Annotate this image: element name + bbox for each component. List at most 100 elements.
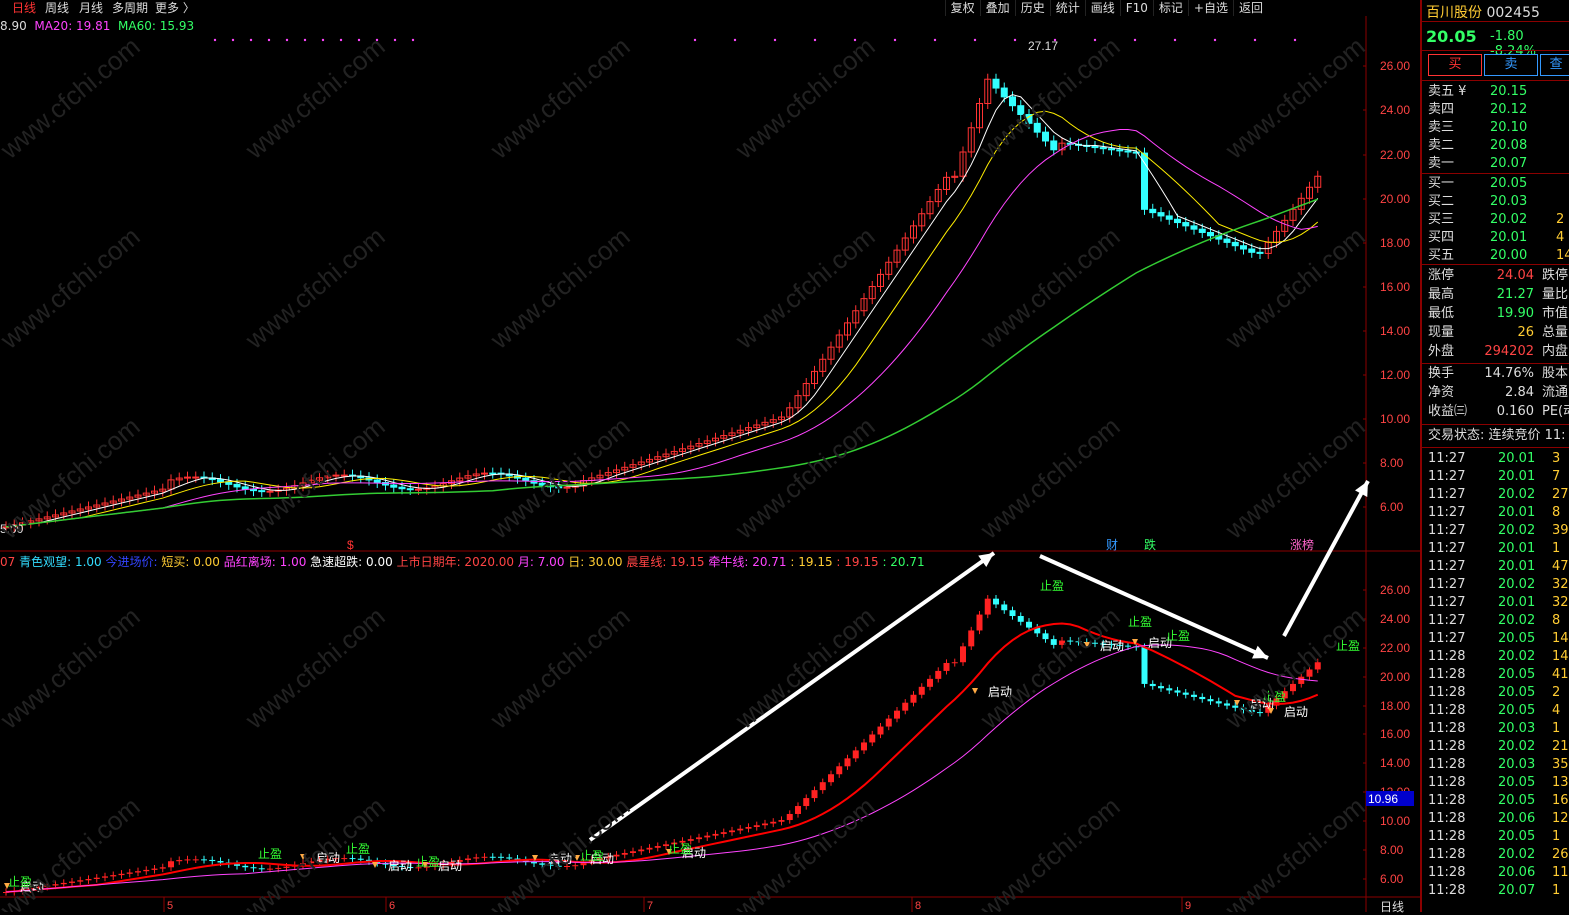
y-axis-label-lower: 16.00 bbox=[1380, 727, 1410, 741]
y-axis-label-lower: 6.00 bbox=[1380, 872, 1404, 886]
candle-body bbox=[1174, 218, 1181, 224]
signal-dot bbox=[393, 38, 397, 42]
row-value: 20.08 bbox=[1490, 138, 1528, 153]
signal-dot bbox=[411, 38, 415, 42]
signal-dot bbox=[1213, 38, 1217, 42]
signal-dot bbox=[321, 38, 325, 42]
row-value: 20.07 bbox=[1490, 156, 1528, 171]
tick-volume: 14 bbox=[1552, 649, 1569, 664]
tick-volume: 4 bbox=[1552, 703, 1561, 718]
zhiying-label: 止盈 bbox=[416, 855, 440, 869]
candle-body bbox=[266, 490, 274, 493]
tick-row: 11:28 20.06 11 bbox=[1428, 864, 1569, 882]
toolbar-mark[interactable]: 标记 bbox=[1152, 0, 1188, 16]
watermark: www.cfchi.com bbox=[974, 601, 1126, 735]
tick-row: 11:27 20.02 39 bbox=[1428, 522, 1569, 540]
tick-row: 11:28 20.05 16 bbox=[1428, 792, 1569, 810]
kline-chart[interactable]: 26.00 24.00 22.00 20.00 18.00 16.00 14.00 12.00… bbox=[0, 16, 1420, 912]
watermark: www.cfchi.com bbox=[0, 791, 146, 912]
tick-price: 20.01 bbox=[1498, 559, 1536, 574]
signal-dot bbox=[1013, 38, 1017, 42]
indicator-legend-item: 今进场价: bbox=[105, 555, 162, 569]
row-label: 买二 bbox=[1428, 194, 1455, 209]
y-axis-label: 6.00 bbox=[1380, 500, 1404, 514]
candle-body bbox=[1248, 248, 1256, 253]
toolbar-history[interactable]: 历史 bbox=[1014, 0, 1050, 16]
price-change-abs: -1.80 bbox=[1490, 29, 1524, 44]
tick-price: 20.02 bbox=[1498, 613, 1536, 628]
stat-label-right: 内盘 bbox=[1542, 344, 1569, 359]
candle-body bbox=[481, 472, 488, 475]
toolbar-restore-rights[interactable]: 复权 bbox=[944, 0, 980, 16]
x-axis-label: 9 bbox=[1185, 900, 1191, 912]
x-axis-label: 6 bbox=[389, 900, 395, 912]
toolbar-overlay[interactable]: 叠加 bbox=[979, 0, 1015, 16]
qidong-label: 启动 bbox=[388, 859, 412, 873]
tick-row: 11:27 20.01 32 bbox=[1428, 594, 1569, 612]
signal-dot bbox=[285, 38, 289, 42]
zhiying-label: 止盈 bbox=[1166, 629, 1190, 643]
stat-label: 现量 bbox=[1428, 325, 1455, 340]
stat-value: 2.84 bbox=[1505, 385, 1534, 400]
ma10-line bbox=[5, 110, 1319, 528]
y-axis-label: 20.00 bbox=[1380, 192, 1410, 206]
watermark: www.cfchi.com bbox=[729, 221, 881, 355]
price-tag-label: 10.96 bbox=[1368, 792, 1398, 806]
tick-price: 20.01 bbox=[1498, 451, 1536, 466]
tick-price: 20.03 bbox=[1498, 721, 1536, 736]
tick-time: 11:28 bbox=[1428, 757, 1466, 772]
stock-code: 002455 bbox=[1486, 5, 1540, 21]
y-axis-label-lower: 8.00 bbox=[1380, 843, 1404, 857]
buy-button[interactable]: 买 bbox=[1428, 54, 1482, 76]
row-volume: 14 bbox=[1556, 248, 1569, 263]
candle-body bbox=[1190, 225, 1198, 230]
row-value: 20.10 bbox=[1490, 120, 1528, 135]
toolbar-add-watchlist[interactable]: +自选 bbox=[1187, 0, 1233, 16]
tick-volume: 47 bbox=[1552, 559, 1569, 574]
stat-label-right: 跌停 bbox=[1542, 268, 1569, 283]
indicator-legend-item: : 19.15 bbox=[836, 555, 883, 569]
divider bbox=[1422, 80, 1569, 81]
toolbar-back[interactable]: 返回 bbox=[1232, 0, 1268, 16]
candle-body bbox=[1182, 222, 1190, 227]
sell-button[interactable]: 卖 bbox=[1484, 54, 1538, 76]
tick-row: 11:28 20.05 2 bbox=[1428, 684, 1569, 702]
stat-label-right: 市值 bbox=[1542, 306, 1569, 321]
row-label: 卖五 ¥ bbox=[1428, 84, 1467, 99]
divider bbox=[1422, 447, 1569, 448]
tab-weekly[interactable]: 周线 bbox=[45, 0, 69, 16]
candle-body bbox=[1157, 212, 1165, 217]
tick-time: 11:27 bbox=[1428, 469, 1466, 484]
signal-dot bbox=[893, 38, 897, 42]
toolbar-draw[interactable]: 画线 bbox=[1084, 0, 1120, 16]
tick-price: 20.02 bbox=[1498, 523, 1536, 538]
tick-price: 20.05 bbox=[1498, 829, 1536, 844]
y-axis-label-lower: 18.00 bbox=[1380, 699, 1410, 713]
tab-monthly[interactable]: 月线 bbox=[79, 0, 103, 16]
indicator-legend-item: 急速超跌: 0.00 bbox=[310, 555, 397, 569]
stat-row: 外盘 294202 内盘 bbox=[1428, 343, 1569, 361]
tab-more[interactable]: 更多 〉 bbox=[155, 0, 195, 16]
candle-body bbox=[1042, 131, 1049, 142]
candle-body bbox=[406, 488, 414, 491]
stat-row: 涨停 24.04 跌停 bbox=[1428, 267, 1569, 285]
candle-body bbox=[258, 490, 266, 493]
candle-body bbox=[1091, 145, 1099, 149]
ask-row: 卖五 ¥ 20.15 bbox=[1428, 83, 1568, 101]
toolbar-f10[interactable]: F10 bbox=[1119, 0, 1153, 16]
row-volume: 2 bbox=[1556, 212, 1565, 227]
row-label: 卖二 bbox=[1428, 138, 1455, 153]
watermark: www.cfchi.com bbox=[0, 601, 146, 735]
event-marker-s: $ bbox=[347, 538, 354, 552]
stat-value: 24.04 bbox=[1496, 268, 1534, 283]
indicator-legend-item: : 20.71 bbox=[882, 555, 925, 569]
tab-daily[interactable]: 日线 bbox=[12, 0, 36, 16]
candle-body bbox=[217, 479, 224, 483]
candle-body bbox=[415, 488, 422, 491]
toolbar-statistics[interactable]: 统计 bbox=[1049, 0, 1085, 16]
tab-multi-period[interactable]: 多周期 bbox=[112, 0, 148, 16]
query-button[interactable]: 查 bbox=[1540, 54, 1569, 76]
tick-time: 11:28 bbox=[1428, 883, 1466, 898]
tick-time: 11:27 bbox=[1428, 523, 1466, 538]
candle-body bbox=[1000, 87, 1008, 98]
